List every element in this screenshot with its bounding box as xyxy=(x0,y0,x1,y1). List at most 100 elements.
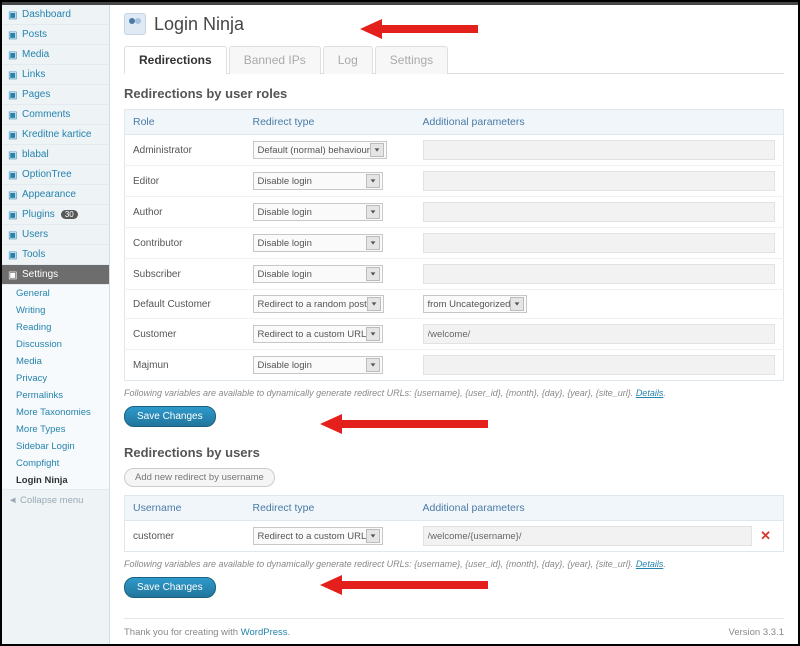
link-icon: ▣ xyxy=(8,70,18,80)
role-cell: Editor xyxy=(125,166,245,197)
redirect-type-select[interactable]: Disable login xyxy=(253,172,383,190)
sidebar-subitem-general[interactable]: General xyxy=(2,285,109,302)
sidebar-item-label: Settings xyxy=(22,269,58,280)
save-users-button[interactable]: Save Changes xyxy=(124,577,216,598)
page-icon: ▣ xyxy=(8,90,18,100)
sidebar-item-optiontree[interactable]: ▣ OptionTree xyxy=(2,165,109,185)
col-type: Redirect type xyxy=(245,496,415,521)
sidebar-item-pages[interactable]: ▣Pages xyxy=(2,85,109,105)
redirect-type-select[interactable]: Disable login xyxy=(253,234,383,252)
sidebar-item-plugins[interactable]: ▣Plugins30 xyxy=(2,205,109,225)
hint-text: Following variables are available to dyn… xyxy=(124,388,636,398)
param-input[interactable] xyxy=(423,264,776,284)
redirect-type-select[interactable]: Disable login xyxy=(253,356,383,374)
save-roles-button[interactable]: Save Changes xyxy=(124,406,216,427)
section-heading-roles: Redirections by user roles xyxy=(124,86,784,101)
param-input[interactable] xyxy=(423,233,776,253)
table-row: CustomerRedirect to a custom URL xyxy=(125,319,784,350)
sidebar-subitem-discussion[interactable]: Discussion xyxy=(2,336,109,353)
media-icon: ▣ xyxy=(8,50,18,60)
sidebar-item-users[interactable]: ▣Users xyxy=(2,225,109,245)
tools-icon: ▣ xyxy=(8,250,18,260)
sidebar-subitem-reading[interactable]: Reading xyxy=(2,319,109,336)
redirect-type-select[interactable]: Redirect to a custom URL xyxy=(253,325,384,343)
chevron-down-icon xyxy=(510,297,524,311)
sidebar-subitem-sidebar-login[interactable]: Sidebar Login xyxy=(2,438,109,455)
param-select[interactable]: from Uncategorized xyxy=(423,295,528,313)
chevron-down-icon xyxy=(366,327,380,341)
sidebar-subitem-more-types[interactable]: More Types xyxy=(2,421,109,438)
sidebar-item-label: Posts xyxy=(22,29,47,40)
tab-log[interactable]: Log xyxy=(323,46,373,74)
sidebar-item-settings[interactable]: ▣ Settings xyxy=(2,265,109,285)
col-username: Username xyxy=(125,496,245,521)
tab-settings[interactable]: Settings xyxy=(375,46,448,74)
admin-sidebar: ▣Dashboard▣Posts▣Media▣Links▣Pages▣Comme… xyxy=(2,5,110,644)
sidebar-item-label: Links xyxy=(22,69,45,80)
redirect-type-select[interactable]: Default (normal) behaviour xyxy=(253,141,387,159)
redirect-type-select[interactable]: Disable login xyxy=(253,203,383,221)
main-content: Login Ninja RedirectionsBanned IPsLogSet… xyxy=(110,5,798,644)
card-icon: ▣ xyxy=(8,130,18,140)
tab-banned-ips[interactable]: Banned IPs xyxy=(229,46,321,74)
collapse-menu[interactable]: ◄ Collapse menu xyxy=(2,489,109,511)
sidebar-item-dashboard[interactable]: ▣Dashboard xyxy=(2,5,109,25)
sidebar-subitem-writing[interactable]: Writing xyxy=(2,302,109,319)
param-input[interactable] xyxy=(423,140,776,160)
generic-icon: ▣ xyxy=(8,150,18,160)
chevron-down-icon xyxy=(366,267,380,281)
param-input[interactable] xyxy=(423,324,776,344)
sidebar-subitem-media[interactable]: Media xyxy=(2,353,109,370)
sidebar-item-label: Comments xyxy=(22,109,70,120)
redirect-type-select[interactable]: Redirect to a custom URL xyxy=(253,527,384,545)
role-cell: Administrator xyxy=(125,135,245,166)
param-input[interactable] xyxy=(423,171,776,191)
role-cell: Majmun xyxy=(125,350,245,381)
table-row: customerRedirect to a custom URL✕ xyxy=(125,521,784,552)
table-row: Editor Disable login xyxy=(125,166,784,197)
param-input[interactable] xyxy=(423,202,776,222)
hint-details-link[interactable]: Details xyxy=(636,559,664,569)
settings-icon: ▣ xyxy=(8,270,18,280)
redirect-type-select[interactable]: Disable login xyxy=(253,265,383,283)
hint-details-link[interactable]: Details xyxy=(636,388,664,398)
tab-redirections[interactable]: Redirections xyxy=(124,46,227,74)
sidebar-item-blabal[interactable]: ▣blabal xyxy=(2,145,109,165)
delete-row-button[interactable]: ✕ xyxy=(756,528,775,544)
sidebar-subitem-more-taxonomies[interactable]: More Taxonomies xyxy=(2,404,109,421)
sidebar-item-posts[interactable]: ▣Posts xyxy=(2,25,109,45)
plugin-icon: ▣ xyxy=(8,210,18,220)
table-row: ContributorDisable login xyxy=(125,228,784,259)
table-row: Default CustomerRedirect to a random pos… xyxy=(125,290,784,319)
sidebar-subitem-compfight[interactable]: Compfight xyxy=(2,455,109,472)
sidebar-item-appearance[interactable]: ▣Appearance xyxy=(2,185,109,205)
param-input[interactable] xyxy=(423,526,753,546)
footer-wordpress-link[interactable]: WordPress xyxy=(241,627,288,638)
param-input[interactable] xyxy=(423,355,776,375)
collapse-icon: ◄ xyxy=(8,495,17,506)
sidebar-subitem-permalinks[interactable]: Permalinks xyxy=(2,387,109,404)
sidebar-item-media[interactable]: ▣Media xyxy=(2,45,109,65)
redirect-type-select[interactable]: Redirect to a random post xyxy=(253,295,384,313)
section-heading-users: Redirections by users xyxy=(124,445,784,460)
hint-text: Following variables are available to dyn… xyxy=(124,559,636,569)
tree-icon: ▣ xyxy=(8,170,18,180)
sidebar-item-label: Tools xyxy=(22,249,45,260)
sidebar-subitem-login-ninja[interactable]: Login Ninja xyxy=(2,472,109,489)
home-icon: ▣ xyxy=(8,10,18,20)
roles-hint: Following variables are available to dyn… xyxy=(124,388,784,398)
sidebar-item-label: Users xyxy=(22,229,48,240)
add-user-redirect-button[interactable]: Add new redirect by username xyxy=(124,468,275,487)
sidebar-subitem-privacy[interactable]: Privacy xyxy=(2,370,109,387)
sidebar-item-label: Kreditne kartice xyxy=(22,129,91,140)
col-type: Redirect type xyxy=(245,110,415,135)
footer-version: Version 3.3.1 xyxy=(729,627,784,638)
sidebar-item-tools[interactable]: ▣ Tools xyxy=(2,245,109,265)
sidebar-item-kreditne-kartice[interactable]: ▣ Kreditne kartice xyxy=(2,125,109,145)
sidebar-item-links[interactable]: ▣ Links xyxy=(2,65,109,85)
sidebar-item-label: OptionTree xyxy=(22,169,72,180)
chevron-down-icon xyxy=(366,236,380,250)
chevron-down-icon xyxy=(367,297,381,311)
sidebar-item-comments[interactable]: ▣Comments xyxy=(2,105,109,125)
chevron-down-icon xyxy=(366,529,380,543)
